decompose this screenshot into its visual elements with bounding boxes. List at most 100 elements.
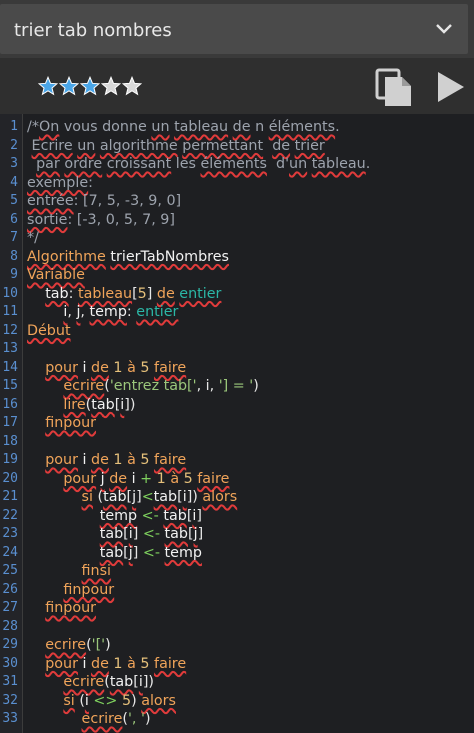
line-number: 16 [2, 396, 18, 412]
code-token: temp [99, 507, 138, 524]
code-line[interactable]: 31 ecrire(tab[i]) [0, 673, 474, 692]
code-line[interactable]: 13 [0, 340, 474, 359]
code-text: Variable [27, 266, 85, 285]
code-text: ecrire(', ') [27, 710, 151, 729]
code-line[interactable]: 1 /*On vous donne un tableau de n élément… [0, 118, 474, 137]
line-number: 9 [10, 267, 18, 282]
code-line[interactable]: 22 temp <- tab[i] [0, 507, 474, 526]
code-line[interactable]: 18 [0, 433, 474, 452]
line-number: 30 [2, 655, 18, 671]
code-token: alors [202, 489, 238, 505]
code-text: tab[j] <- temp [27, 544, 202, 563]
code-token: ecrire [63, 378, 105, 394]
code-line[interactable]: 3 par ordre croissant les éléments d'un … [0, 155, 474, 174]
code-text: si (tab[j]<tab[i]) alors [27, 488, 238, 507]
code-token: ordre [64, 156, 103, 172]
run-play-icon[interactable] [434, 70, 466, 104]
code-line[interactable]: 11 i, j, temp: entier [0, 303, 474, 322]
line-number: 14 [2, 359, 18, 375]
code-token: tab [153, 489, 178, 505]
code-line[interactable]: 12 Début [0, 322, 474, 341]
code-line[interactable]: 32 si (i <> 5) alors [0, 692, 474, 711]
code-line[interactable]: 24 tab[j] <- temp [0, 544, 474, 563]
code-line[interactable]: 10 tab: tableau[5] de entier [0, 285, 474, 304]
star-filled-icon[interactable] [38, 76, 58, 96]
code-line[interactable]: 23 tab[i] <- tab[j] [0, 525, 474, 544]
code-token: temp [164, 544, 202, 561]
program-title: trier tab nombres [14, 20, 172, 41]
program-selector-dropdown[interactable]: trier tab nombres [0, 4, 468, 54]
code-line[interactable]: 30 pour i de 1 à 5 faire [0, 655, 474, 674]
line-number: 33 [2, 711, 18, 726]
code-line[interactable]: 21 si (tab[j]<tab[i]) alors [0, 488, 474, 507]
code-line[interactable]: 26 finpour [0, 581, 474, 600]
code-token: pour [63, 470, 97, 487]
code-line[interactable]: 9 Variable [0, 266, 474, 285]
line-number: 15 [2, 378, 18, 393]
code-token: temp [89, 304, 127, 320]
code-token: tab [91, 396, 115, 413]
code-token: de [109, 470, 128, 487]
code-token: + [140, 470, 153, 487]
code-editor[interactable]: 1 /*On vous donne un tableau de n élément… [0, 114, 474, 733]
code-line[interactable]: 29 ecrire('[') [0, 636, 474, 655]
line-number: 6 [10, 211, 18, 227]
code-line[interactable]: 2 Ecrire un algorithme permettant de tri… [0, 137, 474, 156]
code-line[interactable]: 14 pour i de 1 à 5 faire [0, 359, 474, 378]
code-line[interactable]: 5 entrée: [7, 5, -3, 9, 0] [0, 192, 474, 211]
code-token: tab [163, 507, 187, 524]
code-text: finsi [27, 562, 112, 581]
code-token: tab [99, 526, 124, 542]
code-line[interactable]: 27 finpour [0, 599, 474, 618]
code-token: 'entrez tab[' [109, 378, 197, 394]
code-line[interactable]: 17 finpour [0, 414, 474, 433]
star-empty-icon[interactable] [122, 76, 142, 96]
code-token: ecrire [45, 637, 87, 653]
code-line[interactable]: 20 pour j de i + 1 à 5 faire [0, 470, 474, 489]
code-token: un [151, 119, 170, 135]
code-text: par ordre croissant les éléments d'un ta… [27, 155, 370, 174]
code-line[interactable]: 16 lire(tab[i]) [0, 396, 474, 415]
rating-stars[interactable] [38, 76, 142, 96]
code-token: 1 [108, 359, 128, 376]
code-token: . [365, 156, 371, 172]
code-token: entier [179, 285, 222, 302]
star-empty-icon[interactable] [101, 76, 121, 96]
code-token: à [127, 359, 136, 376]
code-line[interactable]: 4 exemple: [0, 174, 474, 193]
line-number: 7 [10, 230, 18, 245]
code-line[interactable]: 28 [0, 618, 474, 637]
code-text: pour i de 1 à 5 faire [27, 655, 186, 674]
code-line[interactable]: 8 Algorithme trierTabNombres [0, 248, 474, 267]
code-text: ecrire('[') [27, 636, 110, 655]
code-token: : [68, 285, 79, 302]
code-text: pour j de i + 1 à 5 faire [27, 470, 229, 489]
code-text: entrée: [7, 5, -3, 9, 0] [27, 192, 181, 211]
code-text: ecrire(tab[i]) [27, 673, 154, 692]
star-filled-icon[interactable] [59, 76, 79, 96]
code-line[interactable]: 7 */ [0, 229, 474, 248]
code-token: si [63, 692, 75, 709]
code-token: pour [45, 359, 78, 376]
code-line[interactable]: 25 finsi [0, 562, 474, 581]
code-token: Ecrire [31, 137, 73, 154]
code-token: lire [63, 396, 86, 413]
code-token: /* [27, 119, 39, 135]
line-number: 3 [10, 156, 18, 171]
code-token: '[' [91, 637, 106, 653]
code-line[interactable]: 6 sortie: [-3, 0, 5, 7, 9] [0, 211, 474, 230]
code-text: i, j, temp: entier [27, 303, 178, 322]
code-line[interactable]: 19 pour i de 1 à 5 faire [0, 451, 474, 470]
code-line[interactable]: 15 ecrire('entrez tab[', i, '] = ') [0, 377, 474, 396]
code-token: ( [92, 489, 104, 505]
star-filled-icon[interactable] [80, 76, 100, 96]
code-token: <- [137, 507, 164, 524]
code-line[interactable]: 33 ecrire(', ') [0, 710, 474, 729]
copy-icon[interactable] [374, 68, 414, 108]
